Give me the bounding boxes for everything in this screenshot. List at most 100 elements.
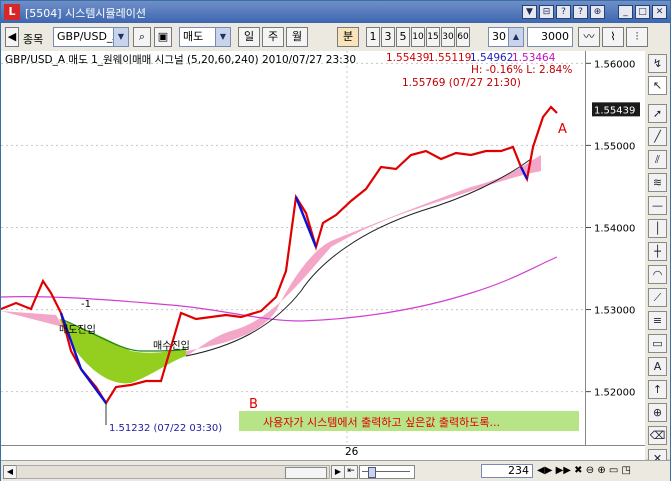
minute-1-button[interactable]: 1 bbox=[366, 27, 380, 47]
side-combo[interactable]: 매도 ▼ bbox=[179, 27, 231, 47]
cross-icon[interactable]: ✖ bbox=[574, 465, 582, 476]
zoom-fit-icon[interactable]: ▶▶ bbox=[556, 465, 571, 476]
chart-type-line-icon[interactable]: 〰 bbox=[578, 27, 600, 47]
maximize-icon[interactable]: □ bbox=[635, 5, 650, 19]
tools-icon[interactable]: ↯ bbox=[648, 54, 667, 73]
minute-3-button[interactable]: 3 bbox=[381, 27, 395, 47]
time-axis: 26 bbox=[1, 445, 645, 460]
bullish-cloud-left bbox=[1, 311, 63, 327]
minimize-view-icon[interactable]: ▭ bbox=[609, 465, 618, 476]
minimize-icon[interactable]: _ bbox=[618, 5, 633, 19]
question-icon[interactable]: ? bbox=[573, 5, 588, 19]
hline-icon[interactable]: — bbox=[648, 196, 667, 215]
settings-icon[interactable]: ◳ bbox=[622, 465, 631, 476]
minute-10-button[interactable]: 10 bbox=[411, 27, 425, 47]
minute-60-button[interactable]: 60 bbox=[456, 27, 470, 47]
search-icon[interactable]: ⌕ bbox=[133, 27, 151, 47]
chart-type-candle-icon[interactable]: ⫶ bbox=[626, 27, 648, 47]
interval-value: 30 bbox=[492, 30, 506, 43]
last-price-label: 1.55769 (07/27 21:30) bbox=[402, 77, 521, 89]
user-message-text: 사용자가 시스템에서 출력하고 싶은값 출력하도록... bbox=[263, 415, 500, 429]
buy-entry-label: 매수진입 bbox=[153, 339, 190, 352]
rectangle-icon[interactable]: ▭ bbox=[648, 334, 667, 353]
step-forward-icon[interactable]: ▶ bbox=[545, 465, 553, 476]
tool-sidebar: ↯ ↖ ➚ ╱ ⫽ ≋ — │ ┼ ◠ ⟋ ≡ ▭ A ↑ ⊕ ⌫ ✕ bbox=[645, 51, 670, 468]
scroll-thumb[interactable] bbox=[285, 467, 327, 479]
gann-icon[interactable]: ⟋ bbox=[648, 288, 667, 307]
marker-b-label: B bbox=[249, 397, 258, 412]
title-bar: L [5504] 시스템시뮬레이션 ▼ ⊟ ? ? ⊕ _ □ ✕ bbox=[1, 1, 670, 23]
scroll-left-icon[interactable]: ◀ bbox=[3, 465, 17, 479]
arc-icon[interactable]: ◠ bbox=[648, 265, 667, 284]
reset-icon[interactable]: ⇤ bbox=[344, 465, 358, 479]
scroll-right-icon[interactable]: ▶ bbox=[331, 465, 345, 479]
y-tick-label: 1.55000 bbox=[594, 141, 635, 152]
channel-icon[interactable]: ⫽ bbox=[648, 150, 667, 169]
count-input[interactable]: 3000 bbox=[527, 27, 573, 47]
sell-entry-label: 매도진입 bbox=[59, 323, 96, 336]
minute-30-button[interactable]: 30 bbox=[441, 27, 455, 47]
period-month-button[interactable]: 월 bbox=[286, 27, 308, 47]
close-icon[interactable]: ✕ bbox=[652, 5, 667, 19]
vline-icon[interactable]: │ bbox=[648, 219, 667, 238]
price-close: 1.53464 bbox=[512, 52, 556, 64]
fibonacci-icon[interactable]: ≋ bbox=[648, 173, 667, 192]
side-value: 매도 bbox=[183, 30, 204, 43]
eraser-icon[interactable]: ⌫ bbox=[648, 426, 667, 445]
x-tick-label: 26 bbox=[345, 446, 359, 458]
symbol-value: GBP/USD_A bbox=[57, 30, 120, 43]
bars-icon[interactable]: ≡ bbox=[648, 311, 667, 330]
zoom-slider[interactable] bbox=[359, 465, 415, 479]
app-window: L [5504] 시스템시뮬레이션 ▼ ⊟ ? ? ⊕ _ □ ✕ ◀ 종목 G… bbox=[0, 0, 671, 481]
horizontal-scrollbar[interactable] bbox=[16, 465, 330, 479]
y-tick-label: 1.56000 bbox=[594, 59, 635, 70]
price-axis-svg: 1.56000 1.55000 1.54000 1.53000 1.52000 1.554… bbox=[576, 59, 640, 399]
collapse-arrow-icon[interactable]: ◀ bbox=[5, 27, 19, 47]
chart-info-bar: GBP/USD_A 매도 1_원웨이매매 시그널 (5,20,60,240) 2… bbox=[1, 51, 585, 89]
bar-count-input[interactable]: 234 bbox=[481, 464, 533, 478]
chart-title: GBP/USD_A 매도 1_원웨이매매 시그널 (5,20,60,240) 2… bbox=[5, 54, 357, 66]
chart-settings-icon[interactable]: ▣ bbox=[154, 27, 172, 47]
cursor-icon[interactable]: ↖ bbox=[648, 76, 667, 95]
symbol-combo[interactable]: GBP/USD_A ▼ bbox=[53, 27, 129, 47]
cross-line-icon[interactable]: ┼ bbox=[648, 242, 667, 261]
period-minute-button[interactable]: 분 bbox=[337, 27, 359, 47]
period-week-button[interactable]: 주 bbox=[262, 27, 284, 47]
y-tick-label: 1.52000 bbox=[594, 388, 635, 399]
app-logo-icon: L bbox=[4, 4, 20, 20]
minute-15-button[interactable]: 15 bbox=[426, 27, 440, 47]
pin-icon[interactable]: ▼ bbox=[522, 5, 537, 19]
chevron-down-icon[interactable]: ▼ bbox=[113, 28, 128, 46]
price-low: 1.54962 bbox=[470, 52, 514, 64]
signal-minus1-label: -1 bbox=[81, 299, 91, 310]
step-back-icon[interactable]: ◀ bbox=[537, 465, 545, 476]
text-icon[interactable]: A bbox=[648, 357, 667, 376]
pointer-icon[interactable]: ➚ bbox=[648, 104, 667, 123]
ma-60-line bbox=[185, 158, 532, 357]
chart-area[interactable]: -1 매도진입 매수진입 1.51232 (07/22 03:30) A B 사용자가 시스… bbox=[1, 51, 585, 459]
chart-type-area-icon[interactable]: ⌇ bbox=[602, 27, 624, 47]
y-tick-label: 1.54000 bbox=[594, 223, 635, 234]
status-bar: ◀ ▶ ⇤ 234 ◀▶ ▶▶ ✖ ⊖ ⊕ ▭ ◳ bbox=[1, 460, 670, 481]
arrow-up-icon[interactable]: ↑ bbox=[648, 380, 667, 399]
low-price-label: 1.51232 (07/22 03:30) bbox=[109, 423, 222, 434]
minute-5-button[interactable]: 5 bbox=[396, 27, 410, 47]
y-tick-label: 1.53000 bbox=[594, 306, 635, 317]
zoom-in-icon[interactable]: ⊕ bbox=[597, 465, 605, 476]
restore-small-icon[interactable]: ⊟ bbox=[539, 5, 554, 19]
trendline-icon[interactable]: ╱ bbox=[648, 127, 667, 146]
spin-icon[interactable]: ▲ bbox=[508, 28, 523, 46]
zoom-icon[interactable]: ⊕ bbox=[648, 403, 667, 422]
zoom-out-icon[interactable]: ⊖ bbox=[586, 465, 594, 476]
chevron-down-icon[interactable]: ▼ bbox=[215, 28, 230, 46]
restore-icon[interactable]: ⊕ bbox=[590, 5, 605, 19]
toolbar: ◀ 종목 GBP/USD_A ▼ ⌕ ▣ 매도 ▼ 일 주 월 분 1 3 5 … bbox=[1, 23, 670, 52]
price-axis: 1.56000 1.55000 1.54000 1.53000 1.52000 1.554… bbox=[576, 51, 646, 459]
help-icon[interactable]: ? bbox=[556, 5, 571, 19]
period-day-button[interactable]: 일 bbox=[238, 27, 260, 47]
price-high: 1.55119 bbox=[428, 52, 472, 64]
step-controls: ◀▶ ▶▶ ✖ ⊖ ⊕ ▭ ◳ bbox=[537, 465, 631, 476]
price-open: 1.55439 bbox=[386, 52, 430, 64]
interval-spin[interactable]: 30 ▲ bbox=[488, 27, 524, 47]
price-chart: -1 매도진입매수진입 1.51232 (07/22 03:30) A B 사용자가 시스… bbox=[1, 51, 585, 445]
